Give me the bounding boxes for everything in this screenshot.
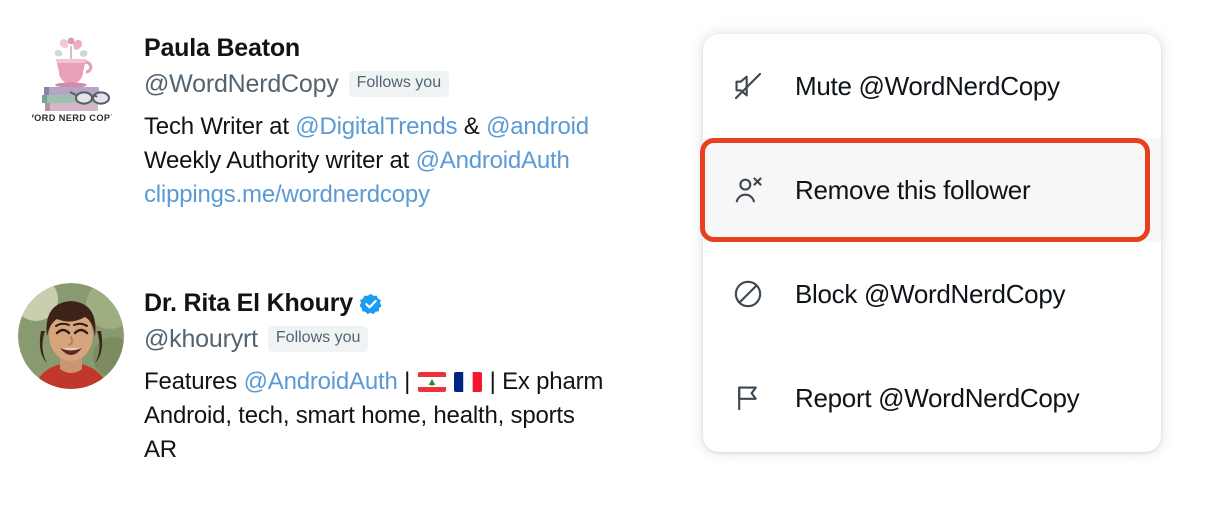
bio-line: Weekly Authority writer at @AndroidAuth [144, 144, 589, 178]
bio-mention[interactable]: @DigitalTrends [295, 113, 457, 140]
bio-mention[interactable]: @AndroidAuth [244, 368, 398, 395]
mute-icon [731, 69, 765, 103]
name-row: Dr. Rita El Khoury [144, 287, 603, 319]
bio-text: | Ex pharm [483, 368, 604, 395]
menu-item-remove-this-follower[interactable]: Remove this follower [703, 138, 1161, 242]
bio-text: | [397, 368, 417, 395]
screen-root: WORD NERD COPY Paula Beaton @WordNerdCop… [0, 0, 1210, 508]
user-actions-dropdown-menu: Mute @WordNerdCopy Remove this follower [703, 34, 1161, 452]
avatar[interactable] [18, 283, 124, 389]
bio-mention[interactable]: @android [486, 113, 589, 140]
profile-entry: Dr. Rita El Khoury @khouryrt Follows you… [18, 283, 603, 467]
bio-text: Features [144, 368, 244, 395]
bio-mention[interactable]: @AndroidAuth [416, 147, 570, 174]
user-handle[interactable]: @WordNerdCopy [144, 70, 339, 99]
bio-text: & [457, 113, 487, 140]
menu-item-block[interactable]: Block @WordNerdCopy [703, 242, 1161, 346]
flag-icon [731, 381, 765, 415]
menu-item-mute[interactable]: Mute @WordNerdCopy [703, 34, 1161, 138]
avatar[interactable]: WORD NERD COPY [18, 28, 124, 134]
menu-item-report[interactable]: Report @WordNerdCopy [703, 346, 1161, 450]
verified-badge-icon [359, 293, 382, 315]
profile-body: Paula Beaton @WordNerdCopy Follows you T… [144, 28, 589, 212]
menu-item-label: Mute @WordNerdCopy [795, 70, 1060, 101]
follows-you-badge: Follows you [267, 326, 369, 352]
bio-text: Weekly Authority writer at [144, 147, 416, 175]
bio-url[interactable]: clippings.me/wordnerdcopy [144, 181, 430, 208]
bio-text: AR [144, 436, 177, 464]
bio-line: Android, tech, smart home, health, sport… [144, 399, 603, 433]
display-name[interactable]: Dr. Rita El Khoury [144, 289, 353, 318]
menu-item-label: Remove this follower [795, 174, 1031, 205]
person-remove-icon [731, 173, 765, 207]
handle-row: @WordNerdCopy Follows you [144, 69, 589, 99]
bio-text: Android, tech, smart home, health, sport… [144, 402, 575, 430]
user-handle[interactable]: @khouryrt [144, 325, 258, 354]
handle-row: @khouryrt Follows you [144, 324, 603, 354]
france-flag-icon [454, 372, 483, 392]
profile-bio: Tech Writer at @DigitalTrends & @android… [144, 110, 589, 212]
profile-entry: WORD NERD COPY Paula Beaton @WordNerdCop… [18, 28, 589, 212]
menu-item-label: Report @WordNerdCopy [795, 382, 1080, 413]
menu-item-label: Block @WordNerdCopy [795, 278, 1066, 309]
bio-line: AR [144, 433, 603, 467]
bio-line: clippings.me/wordnerdcopy [144, 178, 589, 212]
bio-text [447, 368, 453, 395]
svg-text:WORD NERD COPY: WORD NERD COPY [25, 113, 117, 123]
profile-bio: Features @AndroidAuth | | Ex pharm Andro… [144, 365, 603, 467]
bio-line: Tech Writer at @DigitalTrends & @android [144, 110, 589, 144]
follows-you-badge: Follows you [348, 71, 450, 97]
name-row: Paula Beaton [144, 32, 589, 64]
profile-body: Dr. Rita El Khoury @khouryrt Follows you… [144, 283, 603, 467]
bio-text: Tech Writer at [144, 113, 296, 140]
lebanon-flag-icon [417, 372, 446, 392]
bio-line: Features @AndroidAuth | | Ex pharm [144, 365, 603, 399]
display-name[interactable]: Paula Beaton [144, 34, 300, 63]
block-icon [731, 277, 765, 311]
